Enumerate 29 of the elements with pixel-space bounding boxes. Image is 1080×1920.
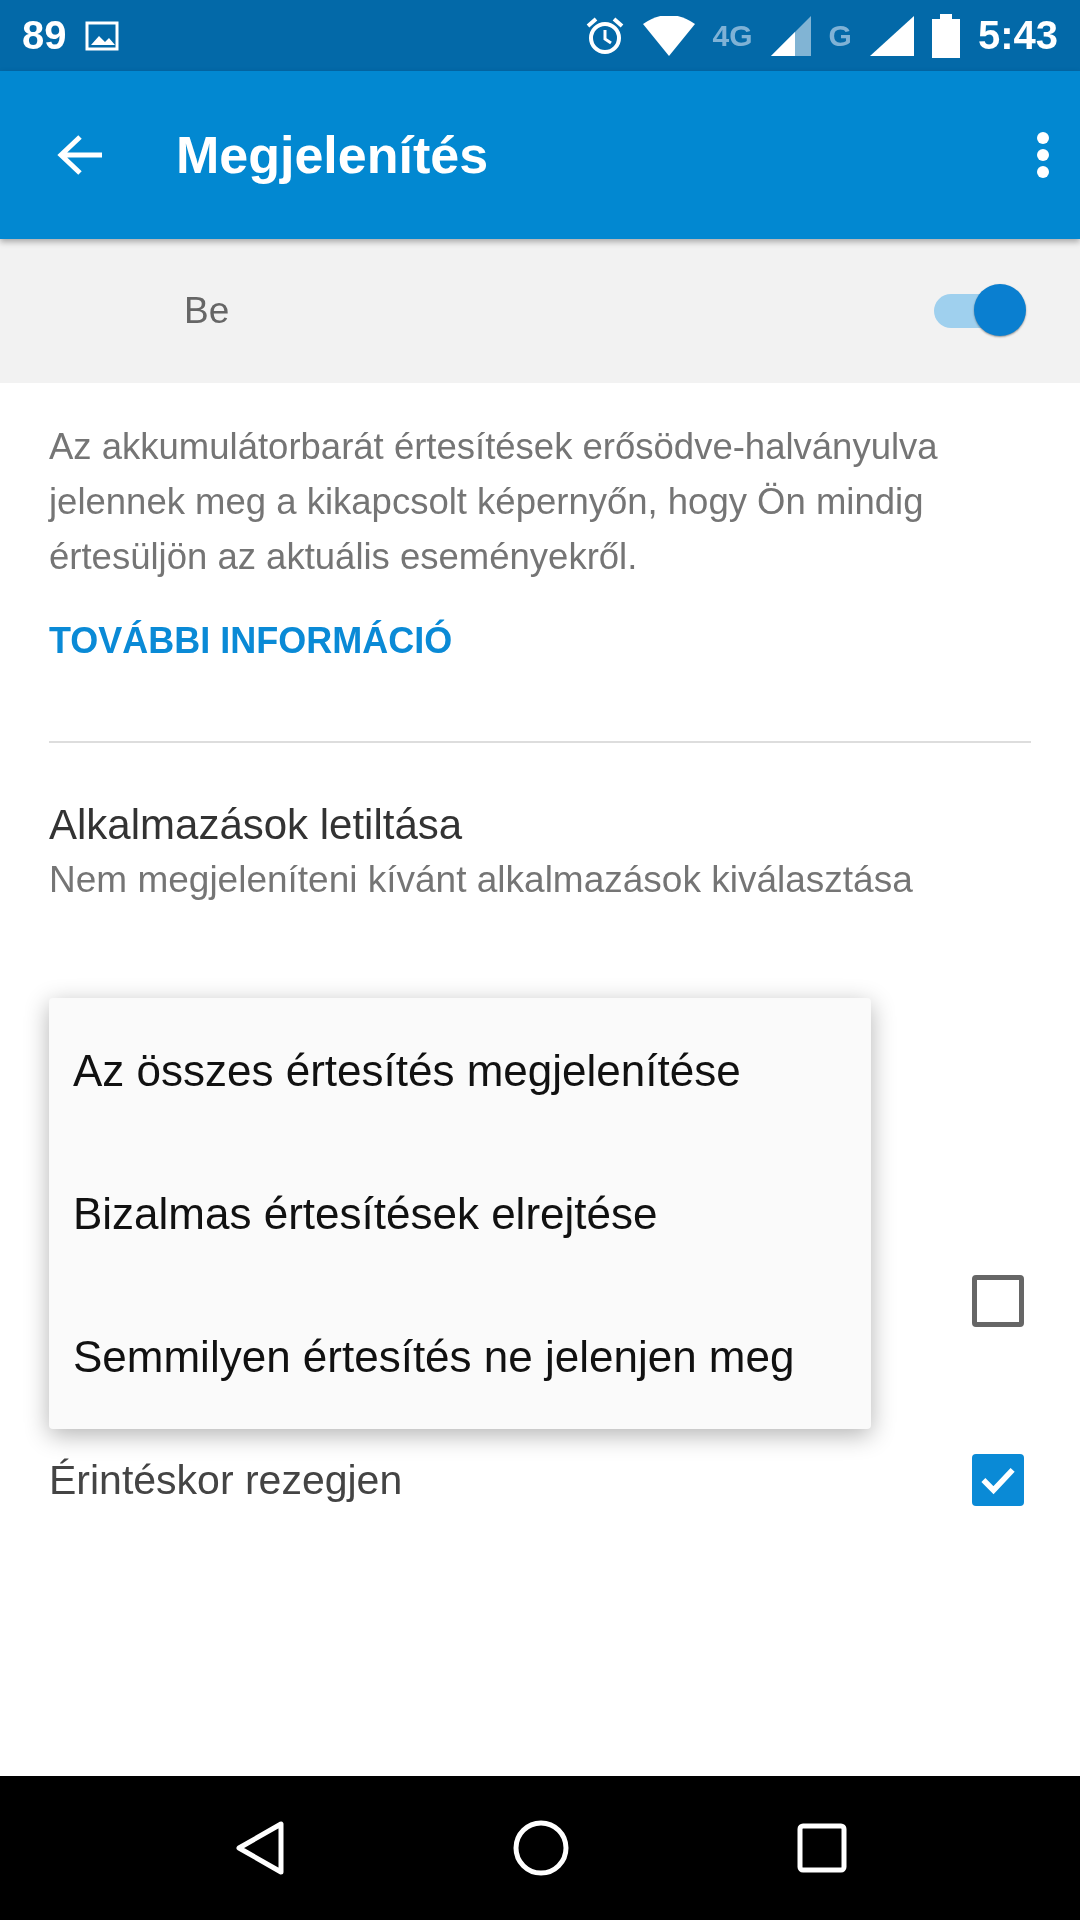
battery-icon: [931, 13, 960, 58]
check-icon: [980, 1465, 1016, 1495]
back-nav-icon[interactable]: [233, 1820, 286, 1876]
signal-icon: [869, 15, 914, 56]
image-icon: [84, 20, 119, 51]
network-type: 4G: [712, 18, 753, 53]
more-options-button[interactable]: [1036, 132, 1050, 178]
clock: 5:43: [977, 13, 1058, 58]
notification-count: 89: [22, 13, 67, 58]
checkbox[interactable]: [972, 1275, 1024, 1327]
setting-label: Érintéskor rezegjen: [49, 1456, 404, 1504]
menu-item[interactable]: Bizalmas értesítések elrejtése: [49, 1142, 871, 1285]
checkbox[interactable]: [972, 1454, 1024, 1506]
network-type: G: [828, 18, 852, 53]
signal-icon: [770, 15, 811, 56]
menu-item[interactable]: Az összes értesítés megjelenítése: [49, 999, 871, 1142]
home-nav-icon[interactable]: [512, 1819, 570, 1877]
recents-nav-icon[interactable]: [796, 1823, 847, 1873]
screen-title: Megjelenítés: [176, 125, 490, 185]
item-subtitle: Nem megjeleníteni kívánt alkalmazások kiválasztása: [49, 859, 914, 901]
description-text: Az akkumulátorbarát értesítések erősödve-halványulva jelennek meg a kikapcsolt képernyőn, hogy Ön mindig értesüljön az aktuális eseményekről.: [49, 425, 939, 579]
back-button[interactable]: [56, 133, 104, 177]
switch-label: Be: [184, 290, 231, 332]
alarm-icon: [584, 15, 625, 56]
item-title: Alkalmazások letiltása: [49, 801, 464, 849]
settings-item[interactable]: Alkalmazások letiltása Nem megjeleníteni kívánt alkalmazások kiválasztása: [0, 743, 1080, 971]
more-info-link[interactable]: TOVÁBBI INFORMÁCIÓ: [49, 620, 453, 662]
menu-item[interactable]: Semmilyen értesítés ne jelenjen meg: [49, 1285, 871, 1428]
wifi-icon: [642, 15, 695, 56]
